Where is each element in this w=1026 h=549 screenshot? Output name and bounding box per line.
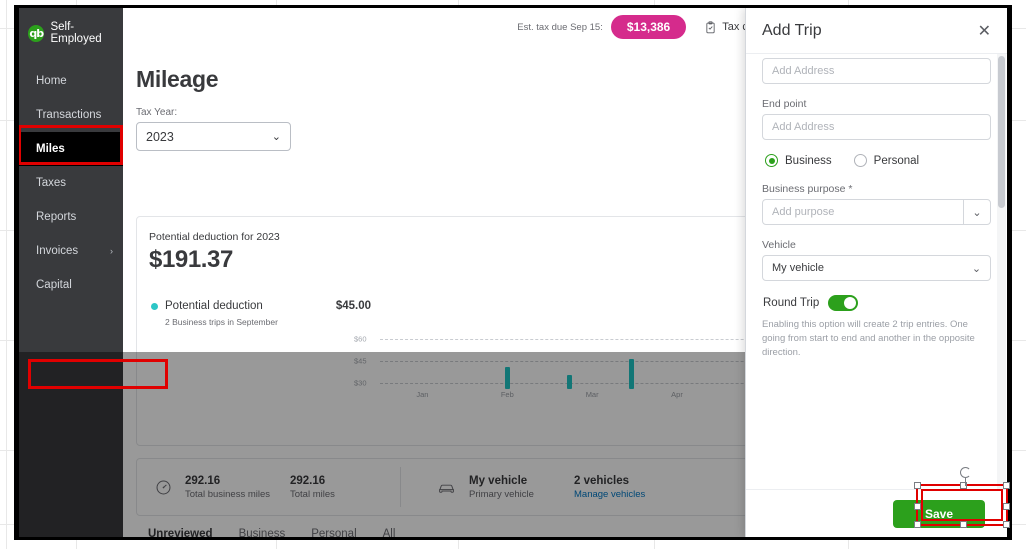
vehicle-value: My vehicle	[772, 262, 824, 274]
est-tax-amount-pill[interactable]: $13,386	[610, 15, 687, 39]
start-point-placeholder: Add Address	[772, 65, 835, 77]
modal-header: Add Trip ✕	[746, 8, 1007, 54]
sidebar-item-label: Transactions	[36, 109, 102, 121]
rotate-stem	[965, 478, 966, 486]
legend-dot-icon	[151, 302, 158, 310]
y-axis-tick: $60	[354, 334, 367, 344]
resize-handle-s[interactable]	[960, 521, 967, 528]
end-point-label: End point	[762, 98, 807, 110]
radio-unselected-icon	[853, 154, 867, 167]
clipboard-icon	[704, 20, 717, 34]
chevron-down-icon[interactable]: ⌄	[963, 256, 990, 280]
quickbooks-logo-icon: qb	[28, 24, 45, 42]
end-point-placeholder: Add Address	[772, 121, 835, 133]
sidebar-item-label: Miles	[36, 143, 65, 155]
business-purpose-label: Business purpose *	[762, 183, 853, 195]
sidebar-item-label: Capital	[36, 279, 72, 291]
est-tax-label: Est. tax due Sep 15:	[517, 21, 603, 33]
sidebar-item-label: Taxes	[36, 177, 67, 189]
modal-title: Add Trip	[762, 21, 822, 39]
end-point-field[interactable]: Add Address	[762, 114, 991, 140]
sidebar-item-miles[interactable]: Miles	[19, 132, 123, 166]
sidebar-nav-list: Home Transactions Miles Taxes Reports In…	[19, 64, 123, 302]
legend-value: $45.00	[335, 300, 372, 312]
business-purpose-select[interactable]: Add purpose ⌄	[762, 199, 991, 225]
save-button-selection-overlay	[914, 467, 1010, 528]
resize-handle-se[interactable]	[1003, 521, 1010, 528]
sidebar-item-transactions[interactable]: Transactions	[19, 98, 123, 132]
round-trip-toggle[interactable]	[828, 295, 859, 311]
sidebar: qb Self-Employed Home Transactions Miles…	[19, 8, 123, 352]
round-trip-label: Round Trip	[763, 297, 820, 309]
resize-handle-ne[interactable]	[1003, 482, 1010, 489]
chevron-down-icon[interactable]: ⌄	[963, 200, 990, 224]
legend-label: Potential deduction	[165, 300, 263, 312]
start-point-field[interactable]: Add Address	[762, 58, 991, 84]
resize-handle-sw[interactable]	[914, 521, 921, 528]
resize-handle-e[interactable]	[1003, 503, 1010, 510]
round-trip-row: Round Trip	[763, 295, 991, 311]
close-icon[interactable]: ✕	[978, 21, 991, 41]
business-purpose-placeholder: Add purpose	[772, 206, 835, 218]
sidebar-item-reports[interactable]: Reports	[19, 200, 123, 234]
sidebar-item-home[interactable]: Home	[19, 64, 123, 98]
radio-selected-icon	[765, 154, 778, 167]
brand[interactable]: qb Self-Employed	[19, 8, 123, 46]
radio-business[interactable]: Business	[765, 154, 832, 167]
brand-label: Self-Employed	[50, 21, 102, 45]
radio-business-label: Business	[785, 154, 832, 167]
tax-year-value: 2023	[146, 129, 174, 144]
resize-handle-w[interactable]	[914, 503, 921, 510]
vehicle-label: Vehicle	[762, 239, 796, 251]
chevron-down-icon: ⌄	[271, 131, 281, 143]
radio-personal-label: Personal	[873, 154, 920, 167]
modal-scrollbar[interactable]	[997, 54, 1006, 489]
quickbooks-app: Est. tax due Sep 15: $13,386 Tax checkli…	[19, 8, 1007, 537]
sidebar-item-capital[interactable]: Capital	[19, 268, 123, 302]
round-trip-help-text: Enabling this option will create 2 trip …	[762, 319, 975, 358]
sidebar-item-invoices[interactable]: Invoices ›	[19, 234, 123, 268]
rotate-handle-icon[interactable]	[960, 467, 971, 478]
resize-handle-nw[interactable]	[914, 482, 921, 489]
trip-type-radio-group: Business Personal	[765, 154, 991, 167]
sidebar-item-taxes[interactable]: Taxes	[19, 166, 123, 200]
sidebar-item-label: Home	[36, 75, 67, 87]
sidebar-item-label: Invoices	[36, 245, 79, 257]
sidebar-item-label: Reports	[36, 211, 77, 223]
modal-scrollbar-thumb[interactable]	[998, 56, 1005, 208]
radio-personal[interactable]: Personal	[853, 154, 920, 167]
vehicle-select[interactable]: My vehicle ⌄	[762, 255, 991, 281]
screenshot-root: Est. tax due Sep 15: $13,386 Tax checkli…	[0, 0, 1026, 549]
modal-body: Start point Add Address End point Add Ad…	[746, 54, 1007, 489]
chevron-right-icon: ›	[110, 246, 113, 256]
tax-year-select[interactable]: 2023 ⌄	[136, 122, 291, 151]
add-trip-modal: Add Trip ✕ Start point Add Address End p…	[745, 8, 1007, 537]
